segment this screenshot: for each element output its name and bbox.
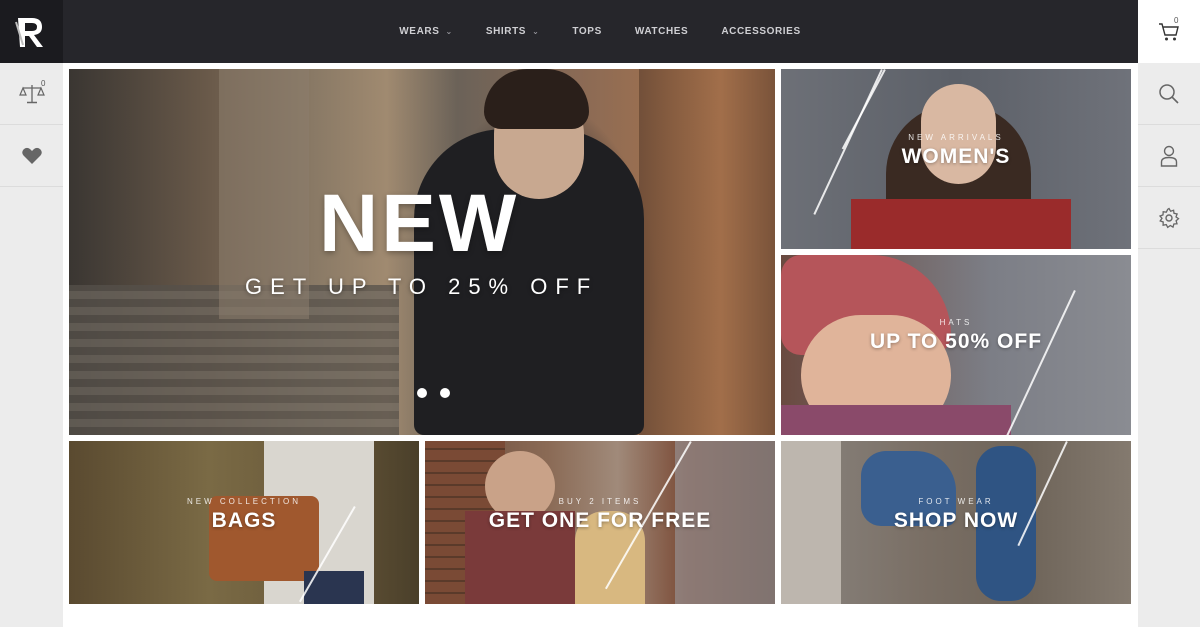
cart-button[interactable]: 0 xyxy=(1138,0,1200,63)
chevron-down-icon: ⌄ xyxy=(532,27,540,36)
slider-dot-1[interactable] xyxy=(417,388,427,398)
promo-buy-two[interactable]: BUY 2 ITEMS GET ONE FOR FREE xyxy=(425,441,775,604)
slider-dot-2[interactable] xyxy=(440,388,450,398)
footwear-caption-big: SHOP NOW xyxy=(893,509,1019,532)
nav-item-label: TOPS xyxy=(572,26,602,37)
bags-caption-big: BAGS xyxy=(211,509,277,532)
nav-item-tops[interactable]: TOPS xyxy=(572,26,601,37)
promo-bags[interactable]: NEW COLLECTION BAGS xyxy=(69,441,419,604)
chevron-down-icon: ⌄ xyxy=(445,27,453,36)
nav-item-wears[interactable]: WEARS ⌄ xyxy=(399,26,453,37)
womens-model-shirt xyxy=(851,199,1071,249)
womens-caption-big: WOMEN'S xyxy=(901,145,1011,168)
compare-button[interactable]: 0 xyxy=(0,63,63,125)
settings-button[interactable] xyxy=(1138,187,1200,249)
buy2-caption-big: GET ONE FOR FREE xyxy=(488,509,712,532)
buy2-caption-small: BUY 2 ITEMS xyxy=(558,497,642,506)
hats-caption-big: UP TO 50% OFF xyxy=(869,330,1043,353)
account-button[interactable] xyxy=(1138,125,1200,187)
user-icon xyxy=(1160,145,1178,167)
heart-icon xyxy=(21,147,42,164)
footwear-caption-small: FOOT WEAR xyxy=(918,497,994,506)
search-button[interactable] xyxy=(1138,63,1200,125)
cart-count-badge: 0 xyxy=(1174,16,1179,25)
compare-count-badge: 0 xyxy=(41,79,46,88)
womens-caption-small: NEW ARRIVALS xyxy=(908,133,1004,142)
diagonal-line xyxy=(1006,290,1076,435)
nav-item-accessories[interactable]: ACCESSORIES xyxy=(721,26,800,37)
main-nav: WEARS ⌄ SHIRTS ⌄ TOPS WATCHES ACCESSORIE… xyxy=(0,0,1200,63)
hats-caption-small: HATS xyxy=(939,318,973,327)
nav-item-label: WATCHES xyxy=(634,26,689,37)
promo-footwear[interactable]: FOOT WEAR SHOP NOW xyxy=(781,441,1131,604)
hats-caption: HATS UP TO 50% OFF xyxy=(781,318,1131,354)
top-navigation-bar: WEARS ⌄ SHIRTS ⌄ TOPS WATCHES ACCESSORIE… xyxy=(0,0,1200,63)
hats-model-scarf xyxy=(781,405,1011,435)
promo-womens[interactable]: NEW ARRIVALS WOMEN'S xyxy=(781,69,1131,249)
nav-item-label: WEARS xyxy=(399,26,440,37)
nav-item-label: SHIRTS xyxy=(485,26,527,37)
hero-subtitle: GET UP TO 25% OFF xyxy=(245,274,599,299)
bags-caption-small: NEW COLLECTION xyxy=(186,497,301,506)
womens-caption: NEW ARRIVALS WOMEN'S xyxy=(781,133,1131,169)
hero-title: NEW xyxy=(319,178,520,269)
wishlist-button[interactable] xyxy=(0,125,63,187)
footwear-caption: FOOT WEAR SHOP NOW xyxy=(781,497,1131,533)
search-icon xyxy=(1159,83,1179,104)
nav-item-watches[interactable]: WATCHES xyxy=(635,26,688,37)
bags-caption: NEW COLLECTION BAGS xyxy=(69,497,419,533)
hero-model-hair xyxy=(484,69,589,129)
gear-icon xyxy=(1158,207,1180,228)
nav-item-label: ACCESSORIES xyxy=(721,26,801,37)
right-sidebar xyxy=(1138,63,1200,627)
promo-hats[interactable]: HATS UP TO 50% OFF xyxy=(781,255,1131,435)
hero-background-wall xyxy=(639,69,775,435)
buy2-caption: BUY 2 ITEMS GET ONE FOR FREE xyxy=(425,497,775,533)
hero-banner[interactable]: NEW GET UP TO 25% OFF xyxy=(69,69,775,435)
left-sidebar: 0 xyxy=(0,63,63,627)
nav-item-shirts[interactable]: SHIRTS ⌄ xyxy=(486,26,540,37)
